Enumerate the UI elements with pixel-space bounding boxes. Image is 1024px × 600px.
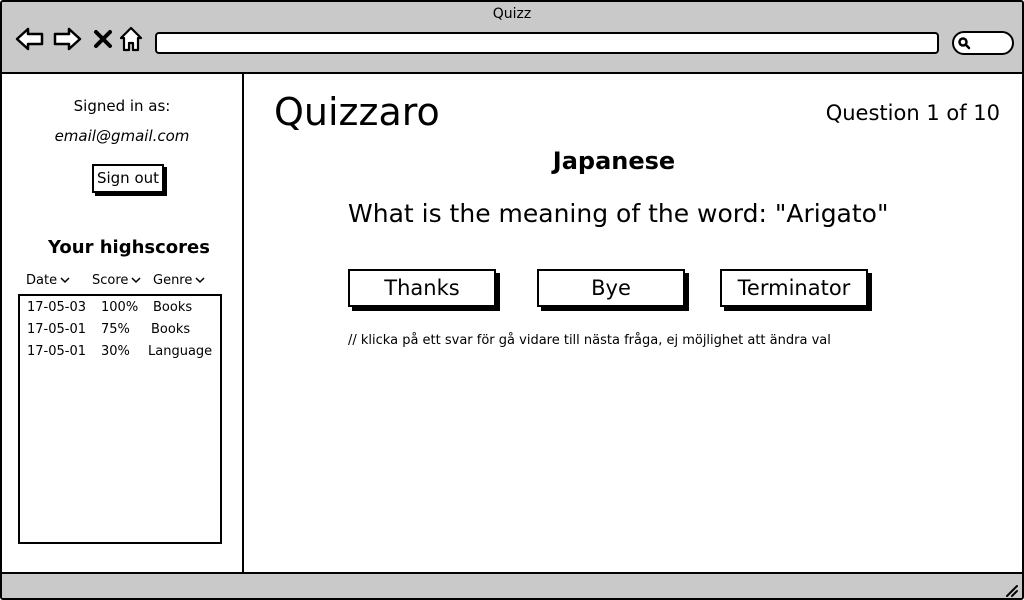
list-item: 17-05-03 100% Books — [20, 298, 220, 320]
chevron-down-icon — [195, 277, 205, 284]
browser-window: Quizz Signed in as: email@gmail.com Sign… — [0, 0, 1024, 600]
sign-out-button[interactable]: Sign out — [92, 164, 164, 193]
list-item: 17-05-01 30% Language — [20, 342, 220, 364]
title-bar: Quizz — [2, 2, 1022, 74]
arrow-right-icon — [53, 27, 82, 51]
row-date: 17-05-01 — [27, 322, 87, 337]
sidebar: Signed in as: email@gmail.com Sign out Y… — [2, 74, 244, 572]
column-header-label: Score — [92, 273, 129, 288]
instruction-note: // klicka på ett svar för gå vidare till… — [348, 333, 831, 348]
chevron-down-icon — [60, 277, 70, 284]
column-header-genre[interactable]: Genre — [153, 273, 205, 288]
status-bar — [2, 572, 1022, 598]
app-logo: Quizzaro — [274, 90, 440, 134]
column-header-score[interactable]: Score — [92, 273, 141, 288]
x-icon — [94, 30, 112, 48]
row-score: 75% — [101, 322, 130, 337]
row-score: 100% — [101, 300, 139, 315]
url-bar[interactable] — [155, 32, 939, 54]
search-icon — [958, 37, 971, 50]
question-counter: Question 1 of 10 — [825, 101, 1000, 125]
quiz-category: Japanese — [552, 147, 676, 175]
question-text: What is the meaning of the word: "Arigat… — [348, 199, 889, 228]
back-button[interactable] — [15, 24, 45, 54]
row-date: 17-05-03 — [27, 300, 87, 315]
row-genre: Books — [151, 322, 191, 337]
row-date: 17-05-01 — [27, 344, 87, 359]
arrow-left-icon — [15, 27, 44, 51]
answer-button-bye[interactable]: Bye — [537, 269, 685, 307]
home-icon — [119, 26, 143, 52]
answer-button-terminator[interactable]: Terminator — [720, 269, 868, 307]
row-genre: Language — [148, 344, 213, 359]
main-content: Quizzaro Question 1 of 10 Japanese What … — [244, 74, 1022, 572]
home-button[interactable] — [116, 24, 146, 54]
user-email: email@gmail.com — [54, 127, 190, 145]
highscores-title: Your highscores — [48, 237, 210, 258]
answer-button-thanks[interactable]: Thanks — [348, 269, 496, 307]
forward-button[interactable] — [52, 24, 82, 54]
row-genre: Books — [153, 300, 193, 315]
chevron-down-icon — [131, 277, 141, 284]
column-header-date[interactable]: Date — [26, 273, 70, 288]
column-header-label: Date — [26, 273, 58, 288]
signed-in-label: Signed in as: — [73, 97, 171, 115]
highscores-list[interactable]: 17-05-03 100% Books 17-05-01 75% Books 1… — [18, 294, 222, 544]
search-box[interactable] — [952, 31, 1014, 55]
window-title: Quizz — [492, 6, 532, 22]
row-score: 30% — [101, 344, 130, 359]
column-header-label: Genre — [153, 273, 193, 288]
stop-button[interactable] — [88, 24, 118, 54]
resize-grip-icon[interactable] — [1004, 583, 1018, 597]
list-item: 17-05-01 75% Books — [20, 320, 220, 342]
